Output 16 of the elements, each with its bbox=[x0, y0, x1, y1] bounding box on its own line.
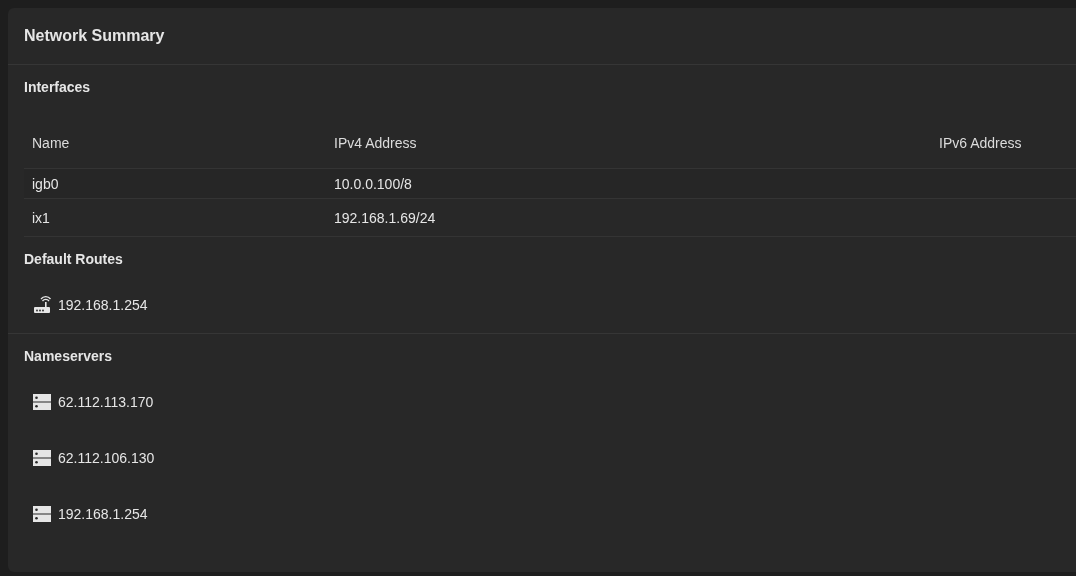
server-icon bbox=[32, 505, 52, 523]
address-text: 62.112.106.130 bbox=[58, 448, 155, 468]
section-heading: Nameservers bbox=[23, 347, 113, 366]
table-cell: ix1 bbox=[32, 210, 50, 226]
section-heading: Interfaces bbox=[23, 78, 92, 97]
address-text: 62.112.113.170 bbox=[58, 392, 154, 412]
table-cell: 192.168.1.69/24 bbox=[334, 210, 436, 226]
address-text: 192.168.1.254 bbox=[58, 504, 148, 524]
section-heading: Default Routes bbox=[23, 250, 124, 269]
card-title: Network Summary bbox=[23, 26, 166, 47]
address-text: 192.168.1.254 bbox=[58, 295, 148, 315]
server-icon bbox=[32, 393, 52, 411]
server-icon bbox=[32, 449, 52, 467]
table-cell: igb0 bbox=[32, 176, 59, 192]
table-cell: 10.0.0.100/8 bbox=[334, 176, 412, 192]
router-icon bbox=[32, 296, 52, 314]
